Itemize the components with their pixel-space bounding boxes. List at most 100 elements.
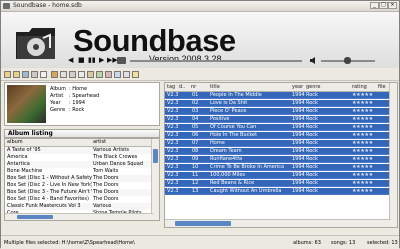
track-tag: V2.3: [167, 124, 178, 130]
tag-column-header[interactable]: tag: [167, 84, 175, 90]
year-column-header[interactable]: year: [292, 84, 303, 90]
rating-stars[interactable]: ★★★★★: [352, 156, 378, 163]
rating-stars[interactable]: ★★★★★: [352, 148, 378, 155]
add-folder-icon[interactable]: [13, 71, 20, 78]
track-table-hscroll-thumb[interactable]: [175, 221, 231, 226]
track-genre: Rock: [306, 188, 318, 194]
paste-icon[interactable]: [69, 71, 76, 78]
album-listing-horizontal-scrollbar[interactable]: [5, 213, 153, 220]
track-row[interactable]: V2.3 10 Crime To Be Broke In America 1994 Ro…: [165, 164, 391, 171]
track-genre: Rock: [306, 108, 318, 114]
playlist-icon[interactable]: [114, 71, 121, 78]
track-number: 10: [192, 164, 199, 170]
rating-stars[interactable]: ★★★★★: [352, 164, 378, 171]
track-tag: V2.3: [167, 188, 178, 194]
save-icon[interactable]: [22, 71, 29, 78]
track-table-horizontal-scrollbar[interactable]: [165, 219, 391, 227]
album-list-item[interactable]: Antartica Urban Dance Squad: [5, 161, 153, 168]
track-row[interactable]: V2.3 09 Runfiane4tfa 1994 Rock ★★★★★: [165, 156, 391, 163]
album-list-item[interactable]: Box Set (Disc 3 - The Future Ain't What …: [5, 189, 153, 196]
play-button[interactable]: ▶: [99, 57, 104, 64]
track-year: 1994: [292, 172, 305, 178]
stop-button[interactable]: ■: [78, 57, 85, 64]
album-column-header[interactable]: album: [7, 139, 92, 145]
seek-bar[interactable]: [130, 60, 302, 62]
track-row[interactable]: V2.3 01 People In The Middle 1994 Rock ★★★★★: [165, 92, 391, 99]
rating-stars[interactable]: ★★★★★: [352, 92, 378, 99]
delete-icon[interactable]: [105, 71, 112, 78]
rating-stars[interactable]: ★★★★★: [352, 188, 378, 195]
rating-column-header[interactable]: rating: [352, 84, 367, 90]
genre-column-header[interactable]: genre: [306, 84, 320, 90]
album-list-item[interactable]: Bone Machine Tom Waits: [5, 168, 153, 175]
track-row[interactable]: V2.3 03 Piece O' Peace 1994 Rock ★★★★★: [165, 108, 391, 115]
album-listing-scroll-thumb[interactable]: [153, 149, 158, 163]
track-row[interactable]: V2.3 08 Dream Team 1994 Rock ★★★★★: [165, 148, 391, 155]
rating-stars[interactable]: ★★★★★: [352, 132, 378, 139]
properties-icon[interactable]: [31, 71, 38, 78]
rating-stars[interactable]: ★★★★★: [352, 100, 378, 107]
disc-column-header[interactable]: d..: [179, 84, 185, 90]
cut-icon[interactable]: [51, 71, 58, 78]
album-list-item[interactable]: A Taste of '95 Various Artists: [5, 147, 153, 154]
album-list-item[interactable]: Box Set (Disc 2 - Live In New York) The D…: [5, 182, 153, 189]
rating-stars[interactable]: ★★★★★: [352, 116, 378, 123]
search-icon[interactable]: [40, 71, 47, 78]
album-artist: The Doors: [93, 189, 119, 195]
rating-stars[interactable]: ★★★★★: [352, 180, 378, 187]
refresh-icon[interactable]: [96, 71, 103, 78]
track-row[interactable]: V2.3 05 Of Course You Can 1994 Rock ★★★★★: [165, 124, 391, 131]
help-icon[interactable]: [132, 71, 139, 78]
settings-icon[interactable]: [123, 71, 130, 78]
album-artist: Urban Dance Squad: [93, 161, 143, 167]
artist-column-header[interactable]: artist: [93, 139, 151, 145]
rating-stars[interactable]: ★★★★★: [352, 108, 378, 115]
track-row[interactable]: V2.3 11 100,000 Miles 1994 Rock ★★★★★: [165, 172, 391, 179]
title-column-header[interactable]: title: [210, 84, 220, 90]
previous-button[interactable]: ◀: [68, 57, 73, 64]
close-button[interactable]: ×: [388, 2, 397, 9]
track-year: 1994: [292, 132, 305, 138]
track-year: 1994: [292, 108, 305, 114]
copy-icon[interactable]: [60, 71, 67, 78]
number-column-header[interactable]: nr: [191, 84, 196, 90]
track-number: 13: [192, 188, 199, 194]
minimize-button[interactable]: _: [370, 2, 379, 9]
artist-info-row: Artist: Spearhead: [50, 93, 99, 99]
album-list-item[interactable]: Box Set (Disc 1 - Without A Safety Net)T…: [5, 175, 153, 182]
track-tag: V2.3: [167, 100, 178, 106]
track-title: Piece O' Peace: [210, 108, 247, 114]
track-number: 07: [192, 140, 199, 146]
track-row[interactable]: V2.3 12 Red Beans & Rice 1994 Rock ★★★★★: [165, 180, 391, 187]
genre-key: Genre: [50, 107, 66, 113]
seek-handle[interactable]: [117, 57, 126, 64]
maximize-button[interactable]: □: [379, 2, 388, 9]
track-row[interactable]: V2.3 07 Home 1994 Rock ★★★★★: [165, 140, 391, 147]
file-column-header[interactable]: file: [378, 84, 386, 90]
status-albums-count: albums: 63: [293, 240, 321, 246]
track-row[interactable]: V2.3 06 Hole In The Bucket 1994 Rock ★★★★★: [165, 132, 391, 139]
volume-handle[interactable]: [344, 57, 351, 64]
album-list-item[interactable]: Classic Funk Mastercuts Vol 3 Various: [5, 203, 153, 210]
rating-stars[interactable]: ★★★★★: [352, 172, 378, 179]
album-list-item[interactable]: America The Black Crowes: [5, 154, 153, 161]
album-list-item[interactable]: Box Set (Disc 4 - Band Favorites) The Doo…: [5, 196, 153, 203]
track-row[interactable]: V2.3 04 Positive 1994 Rock ★★★★★: [165, 116, 391, 123]
open-folder-icon[interactable]: [4, 71, 11, 78]
rating-stars[interactable]: ★★★★★: [352, 124, 378, 131]
album-artist: The Doors: [93, 182, 119, 188]
track-row[interactable]: V2.3 13 Caught Without An Umbrella 1994 Rock…: [165, 188, 391, 195]
album-name: Box Set (Disc 2 - Live In New York): [7, 182, 92, 188]
track-year: 1994: [292, 116, 305, 122]
edit-tag-icon[interactable]: [87, 71, 94, 78]
pause-button[interactable]: ▮▮: [88, 57, 96, 64]
album-listing-hscroll-thumb[interactable]: [17, 215, 53, 219]
track-table-vertical-scrollbar[interactable]: [389, 83, 397, 227]
track-row[interactable]: V2.3 02 Love Is Da Shit 1994 Rock ★★★★★: [165, 100, 391, 107]
rating-stars[interactable]: ★★★★★: [352, 140, 378, 147]
album-listing-vertical-scrollbar[interactable]: [151, 139, 159, 220]
track-title: Hole In The Bucket: [210, 132, 258, 138]
track-year: 1994: [292, 100, 305, 106]
list-view-icon[interactable]: [78, 71, 85, 78]
artist-value: : Spearhead: [69, 93, 100, 99]
